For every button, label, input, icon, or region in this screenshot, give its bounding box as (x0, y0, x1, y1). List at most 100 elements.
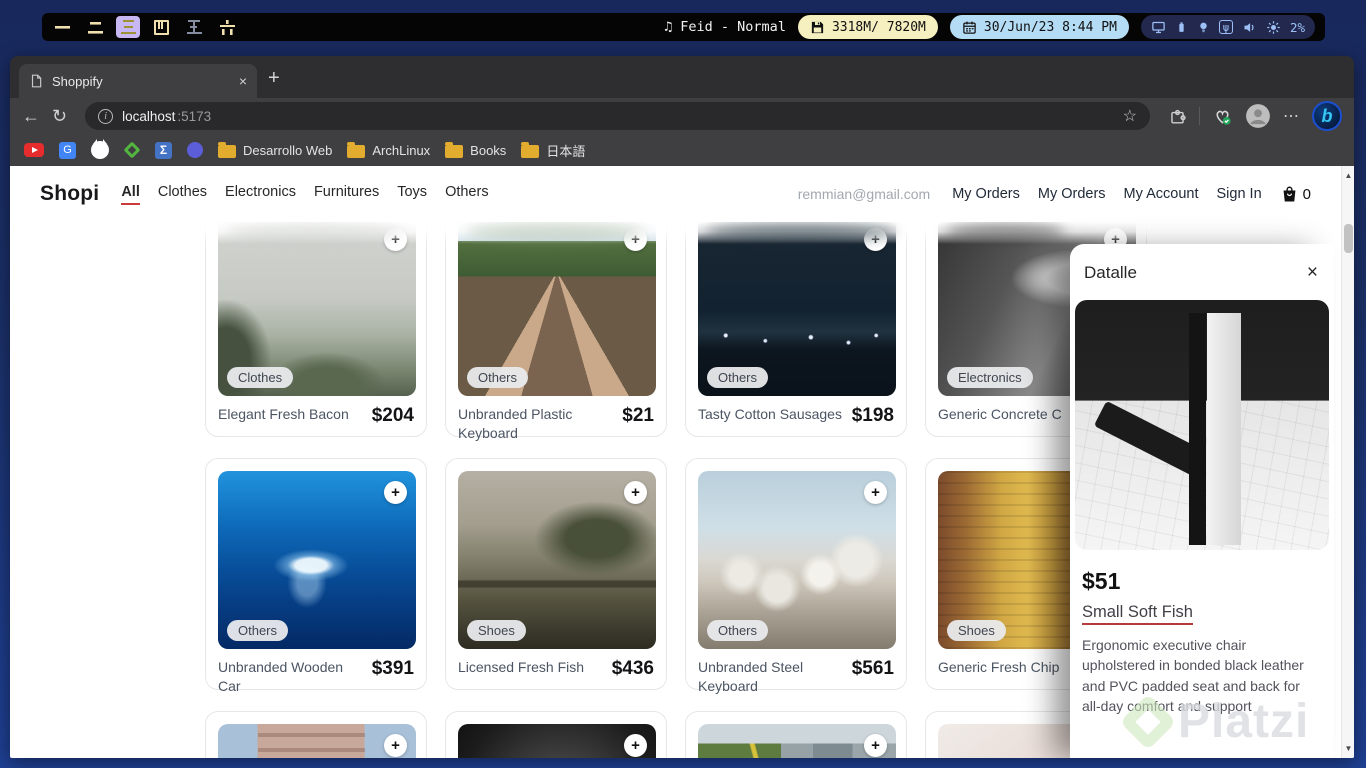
back-button[interactable]: ← (22, 107, 40, 125)
calendar-icon (963, 21, 976, 34)
product-price: $436 (611, 658, 654, 679)
product-image: Others + (698, 471, 896, 649)
url-port: :5173 (177, 108, 212, 124)
link-sign-in[interactable]: Sign In (1217, 186, 1262, 202)
workspace-4[interactable] (149, 16, 173, 38)
extensions-icon[interactable] (1168, 107, 1187, 126)
product-image: Others + (458, 218, 656, 396)
site-logo[interactable]: Shopi (40, 182, 99, 206)
category-badge: Others (707, 367, 769, 388)
workspace-2[interactable] (83, 16, 107, 38)
new-tab-button[interactable]: + (268, 68, 280, 88)
bookmark-folder-books[interactable]: Books (470, 143, 506, 158)
workspace-1[interactable] (50, 16, 74, 38)
profile-avatar[interactable] (1245, 103, 1271, 129)
bookmark-purple-circle-icon[interactable] (187, 142, 203, 158)
detail-panel-title: Datalle (1084, 263, 1137, 282)
bookmark-youtube-icon[interactable] (24, 143, 44, 157)
category-badge: Shoes (947, 620, 1006, 641)
workspace-6[interactable] (215, 16, 239, 38)
link-my-account[interactable]: My Account (1124, 186, 1199, 202)
address-bar[interactable]: i localhost :5173 ☆ (85, 102, 1150, 130)
nav-toys[interactable]: Toys (397, 184, 427, 205)
tab-title: Shoppify (52, 73, 103, 89)
cart-button[interactable]: 0 (1280, 184, 1311, 204)
nav-clothes[interactable]: Clothes (158, 184, 207, 205)
product-image: Others + (218, 471, 416, 649)
detail-close-icon[interactable]: × (1307, 262, 1318, 284)
now-playing: ♫ Feid - Normal (664, 19, 786, 35)
bookmark-translate-icon[interactable]: G (59, 141, 76, 159)
product-card-partial[interactable]: + (685, 711, 907, 758)
header-blur-fade (10, 222, 1341, 244)
product-name: Unbranded Plastic Keyboard (458, 406, 573, 441)
product-image: Others + (698, 218, 896, 396)
category-badge: Clothes (227, 367, 294, 388)
product-card-partial[interactable]: + (205, 711, 427, 758)
memory-widget: 3318M/ 7820M (797, 15, 938, 39)
workspace-3-active[interactable] (116, 16, 140, 38)
link-my-orders-1[interactable]: My Orders (952, 186, 1020, 202)
battery-icon (1179, 21, 1184, 32)
scrollbar-thumb[interactable] (1344, 224, 1353, 253)
add-to-cart-button[interactable]: + (384, 734, 407, 757)
product-card-unbranded-wooden-car[interactable]: Others + Unbranded Wooden Car $391 (205, 458, 427, 694)
scroll-up-arrow[interactable]: ▲ (1342, 168, 1354, 183)
product-image: + (218, 724, 416, 758)
workspace-5[interactable] (182, 16, 206, 38)
product-price: $561 (851, 658, 894, 679)
kanji-one-glyph (54, 19, 70, 35)
favorite-star-icon[interactable]: ☆ (1123, 106, 1137, 126)
category-badge: Electronics (947, 367, 1033, 388)
product-card-unbranded-steel-keyboard[interactable]: Others + Unbranded Steel Keyboard $561 (685, 458, 907, 694)
add-to-cart-button[interactable]: + (624, 481, 647, 504)
product-card-licensed-fresh-fish[interactable]: Shoes + Licensed Fresh Fish $436 (445, 458, 667, 690)
scroll-down-arrow[interactable]: ▼ (1342, 741, 1354, 756)
folder-icon (445, 141, 464, 158)
bookmark-green-diamond-icon[interactable] (123, 141, 141, 159)
system-status-bar: ♫ Feid - Normal 3318M/ 7820M 30/Jun/23 8… (42, 13, 1325, 41)
link-my-orders-2[interactable]: My Orders (1038, 186, 1106, 202)
browser-tab-shoppify[interactable]: Shoppify × (19, 64, 257, 98)
bing-chat-icon[interactable]: b (1312, 101, 1342, 131)
add-to-cart-button[interactable]: + (864, 734, 887, 757)
settings-menu-icon[interactable]: ⋯ (1283, 106, 1300, 126)
memory-usage-label: 3318M/ 7820M (831, 19, 926, 35)
nav-others[interactable]: Others (445, 184, 489, 205)
display-icon (1152, 21, 1165, 33)
add-to-cart-button[interactable]: + (384, 481, 407, 504)
shopping-bag-icon (1283, 186, 1296, 202)
product-price: $391 (371, 658, 414, 679)
bookmark-folder-desarrollo-web[interactable]: Desarrollo Web (243, 143, 332, 158)
bookmark-sigma-icon[interactable]: Σ (155, 141, 172, 159)
category-badge: Others (467, 367, 529, 388)
floppy-disk-icon (811, 21, 824, 33)
user-email: remmian@gmail.com (797, 186, 931, 202)
system-tray: ψ 2% (1140, 15, 1315, 39)
reload-button[interactable]: ↻ (52, 107, 67, 125)
bookmark-folder-archlinux[interactable]: ArchLinux (372, 143, 430, 158)
brightness-percent-label: 2% (1289, 19, 1305, 35)
clock-widget: 30/Jun/23 8:44 PM (949, 15, 1129, 39)
now-playing-label: Feid - Normal (680, 19, 786, 35)
product-image: + (698, 724, 896, 758)
account-links: My Orders My Orders My Account Sign In (952, 186, 1261, 202)
site-info-icon[interactable]: i (98, 108, 114, 124)
product-image: Clothes + (218, 218, 416, 396)
bookmark-github-icon[interactable] (91, 139, 109, 159)
category-nav: All Clothes Electronics Furnitures Toys … (121, 184, 489, 205)
product-price: $21 (622, 405, 654, 426)
product-name: Elegant Fresh Bacon (218, 406, 349, 422)
folder-icon (218, 141, 236, 158)
browser-essentials-icon[interactable] (1212, 106, 1233, 127)
nav-all[interactable]: All (121, 184, 140, 205)
add-to-cart-button[interactable]: + (624, 734, 647, 757)
page-scrollbar[interactable]: ▲ ▼ (1341, 166, 1354, 758)
bookmark-folder-nihongo[interactable]: 日本語 (546, 141, 585, 160)
add-to-cart-button[interactable]: + (864, 481, 887, 504)
nav-furnitures[interactable]: Furnitures (314, 184, 379, 205)
product-card-partial[interactable]: + (445, 711, 667, 758)
tab-close-icon[interactable]: × (239, 73, 247, 89)
detail-price: $51 (1082, 568, 1121, 594)
nav-electronics[interactable]: Electronics (225, 184, 296, 205)
